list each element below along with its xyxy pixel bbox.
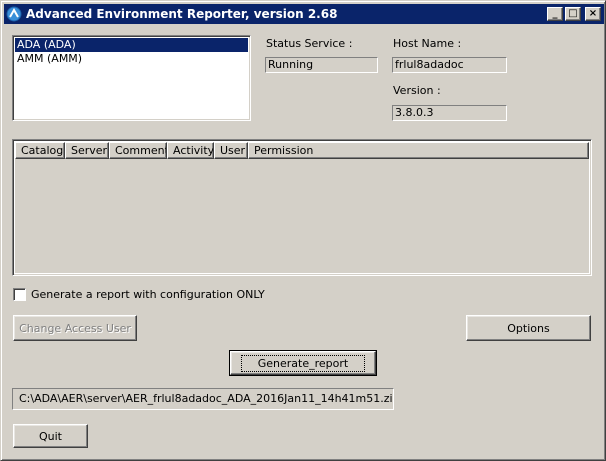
config-only-label[interactable]: Generate a report with configuration ONL… xyxy=(31,288,265,301)
maximize-button[interactable]: □ xyxy=(565,7,581,21)
column-permission[interactable]: Permission xyxy=(248,142,589,159)
minimize-icon: _ xyxy=(552,8,558,19)
title-bar[interactable]: Advanced Environment Reporter, version 2… xyxy=(4,4,604,24)
main-window: Advanced Environment Reporter, version 2… xyxy=(0,0,606,461)
environment-listbox[interactable]: ADA (ADA) AMM (AMM) xyxy=(12,35,251,121)
window-title: Advanced Environment Reporter, version 2… xyxy=(26,7,338,21)
change-access-user-label: Change Access User xyxy=(19,321,131,335)
aer-logo-icon xyxy=(6,6,22,22)
close-icon: × xyxy=(588,8,598,19)
status-service-field: Running xyxy=(265,57,378,73)
list-view-body xyxy=(15,159,589,273)
output-path-field: C:\ADA\AER\server\AER_frlul8adadoc_ADA_2… xyxy=(12,388,394,410)
quit-label: Quit xyxy=(39,429,62,443)
quit-button[interactable]: Quit xyxy=(13,424,88,448)
version-label: Version : xyxy=(393,84,441,97)
maximize-icon: □ xyxy=(568,8,578,19)
minimize-button[interactable]: _ xyxy=(547,7,563,21)
catalog-list-view[interactable]: Catalog Server Comment Activity User Per… xyxy=(12,139,592,276)
options-button[interactable]: Options xyxy=(466,315,591,341)
generate-report-label: Generate_report xyxy=(240,354,366,372)
column-user[interactable]: User xyxy=(214,142,248,159)
host-name-label: Host Name : xyxy=(393,37,462,50)
column-activity[interactable]: Activity xyxy=(167,142,214,159)
version-field: 3.8.0.3 xyxy=(392,105,507,121)
column-server[interactable]: Server xyxy=(65,142,109,159)
status-service-label: Status Service : xyxy=(266,37,353,50)
column-comment[interactable]: Comment xyxy=(109,142,167,159)
config-only-checkbox[interactable] xyxy=(13,288,26,301)
environment-item-ada[interactable]: ADA (ADA) xyxy=(15,38,248,52)
generate-report-button[interactable]: Generate_report xyxy=(229,350,377,376)
environment-item-amm[interactable]: AMM (AMM) xyxy=(15,52,248,66)
change-access-user-button[interactable]: Change Access User xyxy=(13,315,137,341)
column-catalog[interactable]: Catalog xyxy=(15,142,65,159)
host-name-field: frlul8adadoc xyxy=(392,57,507,73)
options-label: Options xyxy=(507,321,550,335)
close-button[interactable]: × xyxy=(585,7,601,21)
column-header-row: Catalog Server Comment Activity User Per… xyxy=(15,142,589,159)
